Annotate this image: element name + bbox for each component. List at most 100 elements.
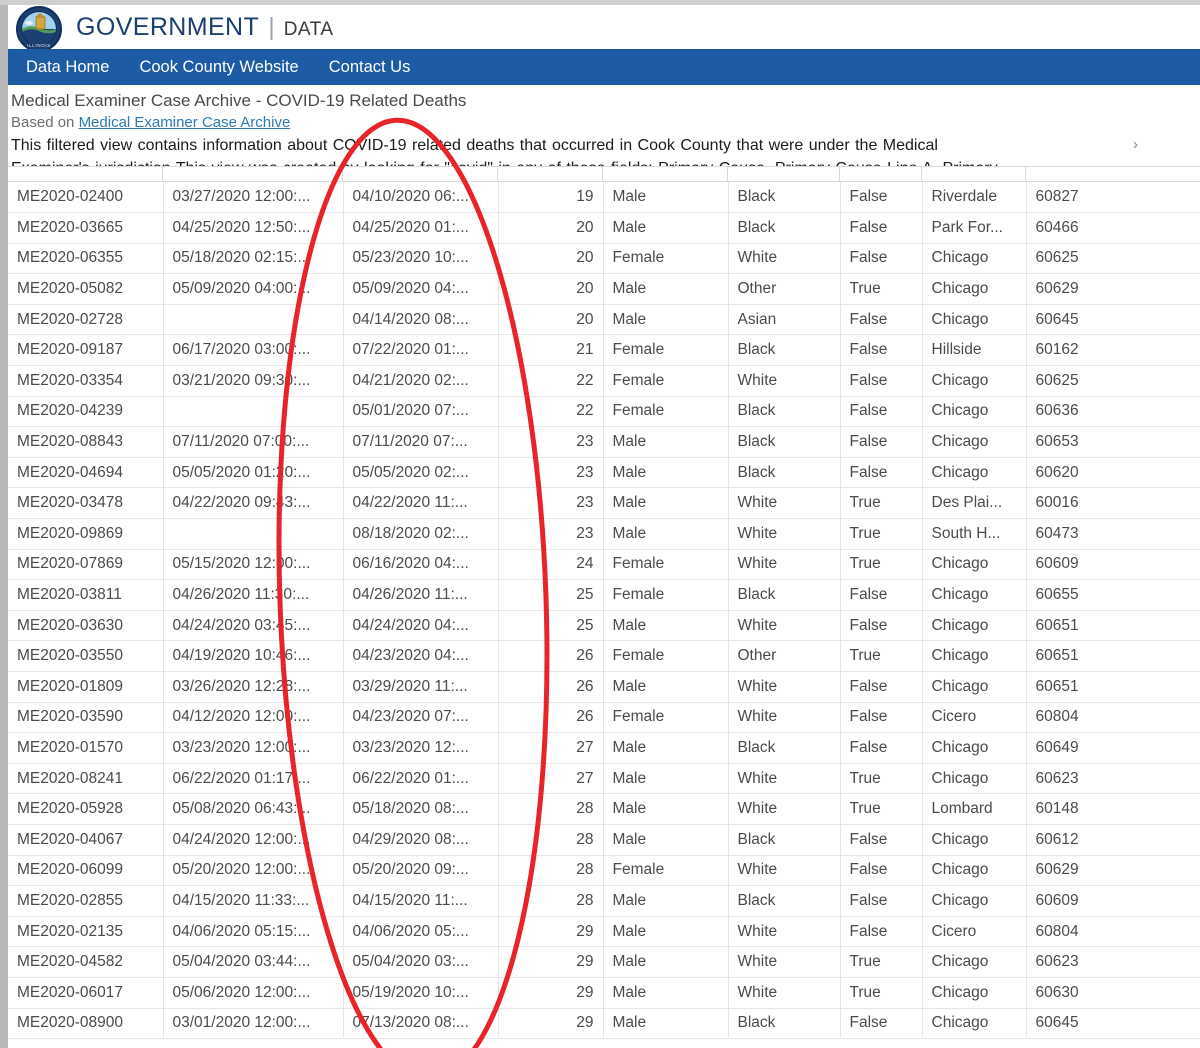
brand-lockup[interactable]: GOVERNMENT | DATA <box>76 13 334 42</box>
cell-city: Cicero <box>922 916 1027 948</box>
page-root: ILLINOIS GOVERNMENT | DATA Data Home Coo… <box>0 0 1200 1048</box>
based-on-line: Based on Medical Examiner Case Archive <box>11 112 1200 133</box>
cell-date_of_death: 04/23/2020 04:... <box>343 640 499 672</box>
table-row[interactable]: ME2020-04582 05/04/2020 03:44:... 05/04/20… <box>8 946 1200 978</box>
table-row[interactable]: ME2020-01809 03/26/2020 12:28:... 03/29/20… <box>8 671 1200 703</box>
cell-latino: False <box>840 212 923 244</box>
cell-date_of_death: 04/25/2020 01:... <box>343 212 499 244</box>
cell-gender: Female <box>603 549 729 581</box>
cell-date_of_incident: 05/04/2020 03:44:... <box>163 946 344 978</box>
cell-age: 27 <box>498 763 604 795</box>
table-row[interactable]: ME2020-08241 06/22/2020 01:17:... 06/22/20… <box>8 763 1200 795</box>
cell-date_of_death: 05/01/2020 07:... <box>343 396 499 428</box>
table-row[interactable]: ME2020-02400 03/27/2020 12:00:... 04/10/20… <box>8 182 1200 214</box>
data-grid[interactable]: ME2020-02400 03/27/2020 12:00:... 04/10/20… <box>8 166 1200 1048</box>
table-row[interactable]: ME2020-08900 03/01/2020 12:00:... 07/13/20… <box>8 1008 1200 1040</box>
cell-latino: True <box>840 640 923 672</box>
table-row[interactable]: ME2020-06355 05/18/2020 02:15:... 05/23/20… <box>8 243 1200 275</box>
cell-race: Black <box>728 885 841 917</box>
cell-race: White <box>728 365 841 397</box>
table-row[interactable]: ME2020-03630 04/24/2020 03:45:... 04/24/20… <box>8 610 1200 642</box>
table-row[interactable]: ME2020-02728 04/14/2020 08:... 20 Male Asian… <box>8 304 1200 336</box>
cell-date_of_death: 04/14/2020 08:... <box>343 304 499 336</box>
table-row[interactable]: ME2020-01570 03/23/2020 12:00:... 03/23/20… <box>8 732 1200 764</box>
cell-city: Chicago <box>922 671 1027 703</box>
primary-navigation: Data Home Cook County Website Contact Us <box>8 49 1200 85</box>
cell-race: Black <box>728 579 841 611</box>
cell-latino: False <box>840 243 923 275</box>
cell-zip: 60609 <box>1026 549 1200 581</box>
nav-item-cook-county-website[interactable]: Cook County Website <box>139 49 298 85</box>
cell-age: 28 <box>498 793 604 825</box>
cell-date_of_incident: 05/15/2020 12:00:... <box>163 549 344 581</box>
table-row[interactable]: ME2020-03590 04/12/2020 12:00:... 04/23/20… <box>8 702 1200 734</box>
cell-latino: False <box>840 885 923 917</box>
cell-age: 20 <box>498 243 604 275</box>
table-row[interactable]: ME2020-06017 05/06/2020 12:00:... 05/19/20… <box>8 977 1200 1009</box>
table-row[interactable]: ME2020-04067 04/24/2020 12:00:... 04/29/20… <box>8 824 1200 856</box>
cell-date_of_death: 04/24/2020 04:... <box>343 610 499 642</box>
table-row[interactable]: ME2020-02135 04/06/2020 05:15:... 04/06/20… <box>8 916 1200 948</box>
based-on-dataset-link[interactable]: Medical Examiner Case Archive <box>79 114 291 131</box>
table-row[interactable]: ME2020-03354 03/21/2020 09:30:... 04/21/20… <box>8 365 1200 397</box>
cell-city: Chicago <box>922 732 1027 764</box>
cell-case_number: ME2020-02855 <box>8 885 164 917</box>
table-row[interactable]: ME2020-03478 04/22/2020 09:43:... 04/22/20… <box>8 487 1200 520</box>
cell-race: White <box>728 487 841 520</box>
cell-date_of_death: 06/16/2020 04:... <box>343 549 499 581</box>
cell-race: Asian <box>728 304 841 336</box>
cell-latino: True <box>840 946 923 978</box>
cell-city: South H... <box>922 518 1027 550</box>
cell-date_of_incident: 05/05/2020 01:20:... <box>163 457 344 489</box>
cell-zip: 60609 <box>1026 885 1200 917</box>
cell-date_of_incident: 04/06/2020 05:15:... <box>163 916 344 948</box>
table-row[interactable]: ME2020-02855 04/15/2020 11:33:... 04/15/20… <box>8 885 1200 917</box>
cell-case_number: ME2020-05928 <box>8 793 164 825</box>
table-row[interactable]: ME2020-04239 05/01/2020 07:... 22 Female Bla… <box>8 396 1200 428</box>
cell-race: White <box>728 946 841 978</box>
cell-date_of_incident: 04/19/2020 10:46:... <box>163 640 344 672</box>
cell-age: 29 <box>498 916 604 948</box>
chevron-right-icon[interactable]: › <box>1133 136 1138 153</box>
cell-date_of_incident <box>163 396 344 428</box>
table-row[interactable]: ME2020-09869 08/18/2020 02:... 23 Male White… <box>8 518 1200 550</box>
table-row[interactable]: ME2020-03811 04/26/2020 11:30:... 04/26/20… <box>8 579 1200 611</box>
cell-city: Chicago <box>922 457 1027 489</box>
cell-date_of_incident <box>163 518 344 550</box>
cell-race: White <box>728 243 841 275</box>
cell-zip: 60625 <box>1026 243 1200 275</box>
cell-zip: 60620 <box>1026 457 1200 489</box>
table-row[interactable]: ME2020-03550 04/19/2020 10:46:... 04/23/20… <box>8 640 1200 672</box>
nav-item-contact-us[interactable]: Contact Us <box>329 49 411 85</box>
cell-case_number: ME2020-02728 <box>8 304 164 336</box>
cell-age: 28 <box>498 855 604 887</box>
cell-race: White <box>728 916 841 948</box>
cell-case_number: ME2020-08241 <box>8 763 164 795</box>
cell-age: 20 <box>498 212 604 244</box>
cell-age: 29 <box>498 1008 604 1040</box>
cell-case_number: ME2020-04239 <box>8 396 164 428</box>
cell-gender: Male <box>603 487 729 520</box>
cell-age: 24 <box>498 549 604 581</box>
cell-case_number: ME2020-03630 <box>8 610 164 642</box>
cell-date_of_incident: 04/25/2020 12:50:... <box>163 212 344 244</box>
nav-item-data-home[interactable]: Data Home <box>26 49 109 85</box>
cell-city: Chicago <box>922 824 1027 856</box>
table-row[interactable]: ME2020-04694 05/05/2020 01:20:... 05/05/20… <box>8 457 1200 489</box>
cell-latino: False <box>840 334 923 367</box>
cell-date_of_incident: 07/11/2020 07:00:... <box>163 426 344 458</box>
table-row[interactable]: ME2020-05928 05/08/2020 06:43:... 05/18/20… <box>8 793 1200 825</box>
table-row[interactable]: ME2020-03665 04/25/2020 12:50:... 04/25/20… <box>8 212 1200 244</box>
cell-gender: Male <box>603 182 729 214</box>
table-row[interactable]: ME2020-09187 06/17/2020 03:00:... 07/22/20… <box>8 334 1200 367</box>
table-row[interactable]: ME2020-05082 05/09/2020 04:00:... 05/09/20… <box>8 273 1200 305</box>
cell-city: Lombard <box>922 793 1027 825</box>
table-row[interactable]: ME2020-07869 05/15/2020 12:00:... 06/16/20… <box>8 549 1200 581</box>
cell-race: White <box>728 702 841 734</box>
table-row[interactable]: ME2020-08843 07/11/2020 07:00:... 07/11/20… <box>8 426 1200 458</box>
cell-latino: True <box>840 273 923 305</box>
cell-city: Des Plai... <box>922 487 1027 520</box>
cell-zip: 60649 <box>1026 732 1200 764</box>
table-row[interactable]: ME2020-06099 05/20/2020 12:00:... 05/20/20… <box>8 855 1200 887</box>
cell-zip: 60162 <box>1026 334 1200 367</box>
